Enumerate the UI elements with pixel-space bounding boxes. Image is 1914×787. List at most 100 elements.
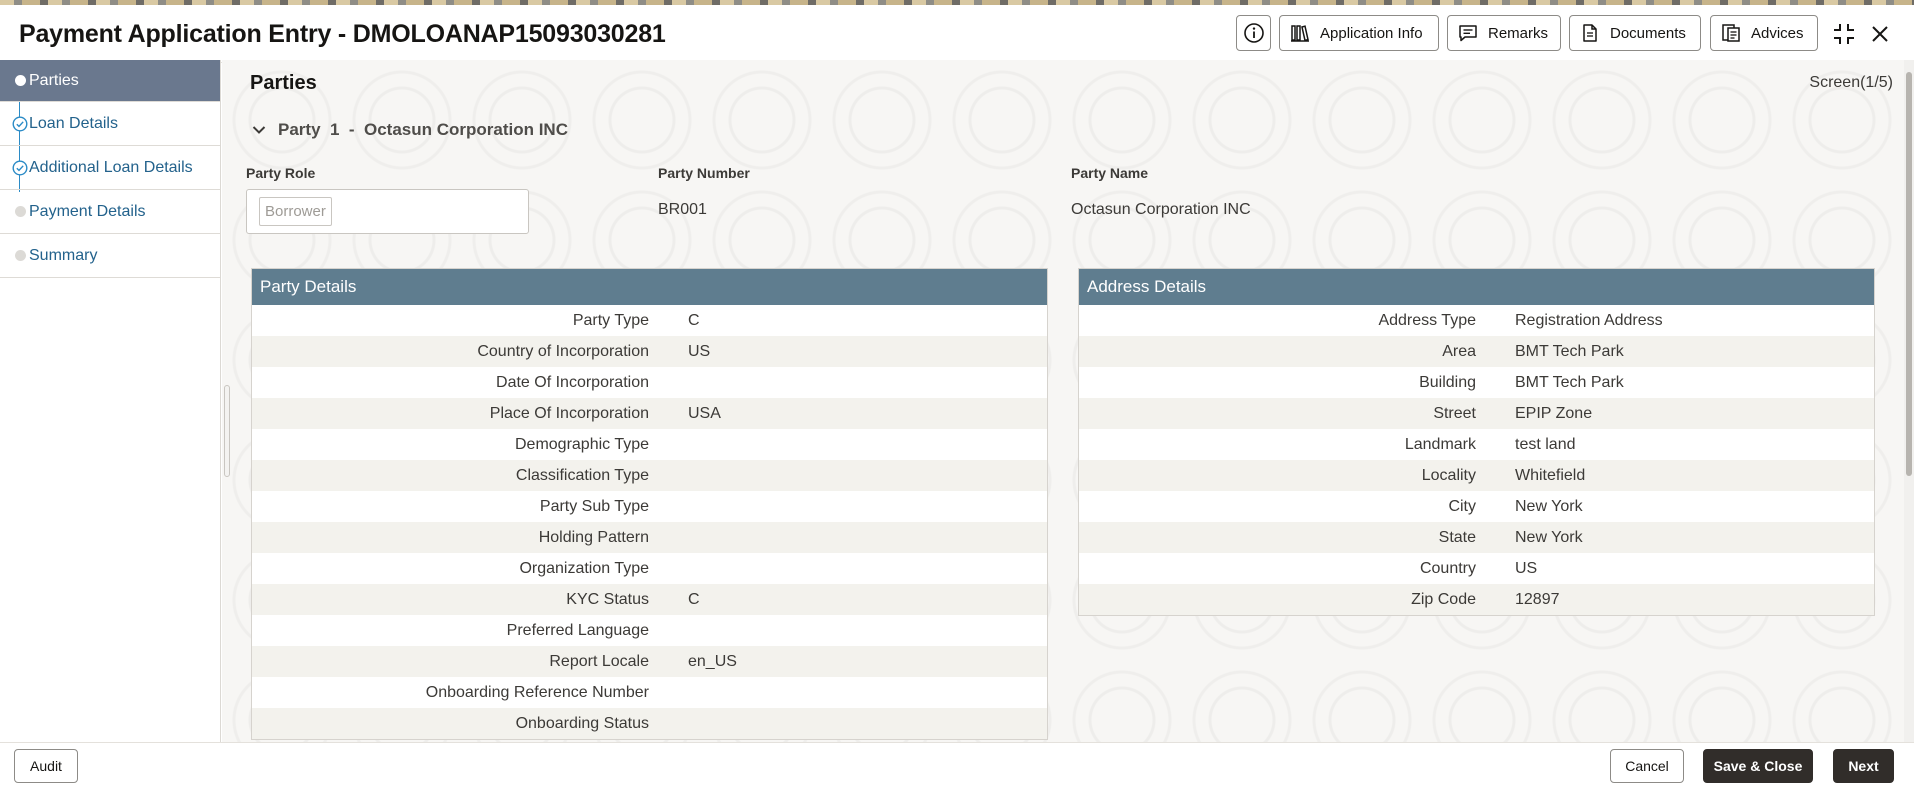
cancel-button[interactable]: Cancel bbox=[1610, 749, 1684, 783]
document-icon bbox=[1583, 24, 1597, 42]
detail-row: Preferred Language bbox=[252, 615, 1047, 646]
collapse-icon bbox=[1834, 24, 1854, 44]
detail-value: New York bbox=[1515, 528, 1583, 546]
detail-row: Landmark test land bbox=[1079, 429, 1874, 460]
detail-label: Preferred Language bbox=[506, 621, 649, 639]
detail-row: Holding Pattern bbox=[252, 522, 1047, 553]
collapse-button[interactable] bbox=[1829, 19, 1859, 49]
detail-value: C bbox=[688, 590, 700, 608]
detail-row: Place Of Incorporation USA bbox=[252, 398, 1047, 429]
detail-row: State New York bbox=[1079, 522, 1874, 553]
detail-label: Date Of Incorporation bbox=[496, 373, 649, 391]
chevron-down-icon bbox=[252, 126, 266, 134]
scrollbar-thumb[interactable] bbox=[1906, 72, 1912, 476]
sidebar-item-summary[interactable]: Summary bbox=[0, 234, 220, 278]
advices-button[interactable]: Advices bbox=[1710, 15, 1818, 51]
detail-row: Country US bbox=[1079, 553, 1874, 584]
advices-icon bbox=[1722, 24, 1740, 42]
party-role-label: Party Role bbox=[246, 165, 316, 181]
application-info-label: Application Info bbox=[1320, 24, 1423, 42]
detail-row: Report Locale en_US bbox=[252, 646, 1047, 677]
sidebar-item-label: Summary bbox=[29, 246, 98, 264]
sidebar-item-parties[interactable]: Parties bbox=[0, 60, 220, 102]
detail-label: Area bbox=[1442, 342, 1476, 360]
sidebar-item-label: Loan Details bbox=[29, 114, 118, 132]
sidebar-resize-handle[interactable] bbox=[224, 385, 230, 477]
detail-label: Street bbox=[1433, 404, 1476, 422]
detail-label: Building bbox=[1419, 373, 1476, 391]
detail-label: Place Of Incorporation bbox=[489, 404, 649, 422]
detail-label: Onboarding Status bbox=[515, 714, 649, 732]
library-icon bbox=[1291, 25, 1309, 42]
detail-value: USA bbox=[688, 404, 721, 422]
detail-label: Country of Incorporation bbox=[477, 342, 649, 360]
train-stop-sidebar: Parties Loan Details Additional Loan Det… bbox=[0, 60, 221, 742]
detail-value: BMT Tech Park bbox=[1515, 342, 1624, 360]
detail-value: en_US bbox=[688, 652, 737, 670]
close-button[interactable] bbox=[1865, 19, 1895, 49]
detail-value: 12897 bbox=[1515, 590, 1560, 608]
detail-value: New York bbox=[1515, 497, 1583, 515]
detail-row: City New York bbox=[1079, 491, 1874, 522]
remarks-button[interactable]: Remarks bbox=[1447, 15, 1561, 51]
close-icon bbox=[1872, 26, 1888, 42]
footer-bar: Audit Cancel Save & Close Next bbox=[0, 742, 1914, 787]
detail-row: Zip Code 12897 bbox=[1079, 584, 1874, 615]
application-info-button[interactable]: Application Info bbox=[1279, 15, 1439, 51]
detail-row: Classification Type bbox=[252, 460, 1047, 491]
sidebar-item-label: Parties bbox=[29, 71, 79, 89]
detail-row: Building BMT Tech Park bbox=[1079, 367, 1874, 398]
comment-icon bbox=[1459, 25, 1477, 42]
party-role-chip: Borrower bbox=[259, 197, 332, 226]
party-details-title: Party Details bbox=[252, 269, 1047, 305]
vertical-scrollbar[interactable] bbox=[1904, 60, 1914, 742]
sidebar-item-additional-loan-details[interactable]: Additional Loan Details bbox=[0, 146, 220, 190]
sidebar-item-loan-details[interactable]: Loan Details bbox=[0, 102, 220, 146]
detail-label: Organization Type bbox=[519, 559, 649, 577]
info-icon bbox=[1243, 23, 1264, 43]
detail-row: KYC Status C bbox=[252, 584, 1047, 615]
party-details-panel: Party Details Party Type C Country of Inco… bbox=[251, 268, 1048, 740]
remarks-label: Remarks bbox=[1488, 24, 1549, 42]
party-role-field[interactable]: Borrower bbox=[246, 189, 529, 234]
detail-label: Locality bbox=[1421, 466, 1476, 484]
address-details-title: Address Details bbox=[1079, 269, 1874, 305]
check-circle-icon bbox=[12, 115, 28, 132]
content-title: Parties bbox=[250, 72, 317, 94]
detail-label: Demographic Type bbox=[515, 435, 649, 453]
detail-value: US bbox=[688, 342, 711, 360]
detail-label: Party Sub Type bbox=[539, 497, 649, 515]
detail-value: C bbox=[688, 311, 700, 329]
address-details-panel: Address Details Address Type Registration… bbox=[1078, 268, 1875, 616]
detail-label: Report Locale bbox=[549, 652, 649, 670]
pending-step-icon bbox=[12, 248, 28, 264]
save-close-button[interactable]: Save & Close bbox=[1703, 749, 1813, 783]
detail-row: Demographic Type bbox=[252, 429, 1047, 460]
advices-label: Advices bbox=[1751, 24, 1804, 42]
detail-label: Onboarding Reference Number bbox=[425, 683, 649, 701]
detail-row: Onboarding Status bbox=[252, 708, 1047, 739]
detail-label: Holding Pattern bbox=[538, 528, 649, 546]
next-button[interactable]: Next bbox=[1833, 749, 1894, 783]
detail-value: EPIP Zone bbox=[1515, 404, 1593, 422]
detail-row: Country of Incorporation US bbox=[252, 336, 1047, 367]
sidebar-item-label: Additional Loan Details bbox=[29, 158, 193, 176]
audit-button[interactable]: Audit bbox=[14, 749, 78, 783]
detail-row: Address Type Registration Address bbox=[1079, 305, 1874, 336]
detail-value: test land bbox=[1515, 435, 1576, 453]
detail-label: Address Type bbox=[1378, 311, 1476, 329]
info-button[interactable] bbox=[1236, 15, 1271, 51]
party-name-value: Octasun Corporation INC bbox=[1071, 201, 1251, 218]
header-bar: Payment Application Entry - DMOLOANAP150… bbox=[0, 5, 1914, 63]
detail-label: KYC Status bbox=[566, 590, 649, 608]
detail-value: Registration Address bbox=[1515, 311, 1663, 329]
sidebar-item-payment-details[interactable]: Payment Details bbox=[0, 190, 220, 234]
party-section-toggle[interactable]: Party 1 - Octasun Corporation INC bbox=[252, 120, 568, 140]
detail-value: US bbox=[1515, 559, 1538, 577]
page-title: Payment Application Entry - DMOLOANAP150… bbox=[19, 20, 666, 48]
documents-button[interactable]: Documents bbox=[1569, 15, 1701, 51]
address-details-rows: Address Type Registration Address Area BMT … bbox=[1079, 305, 1874, 615]
detail-label: Landmark bbox=[1404, 435, 1476, 453]
party-number-label: Party Number bbox=[658, 165, 750, 181]
detail-row: Party Sub Type bbox=[252, 491, 1047, 522]
